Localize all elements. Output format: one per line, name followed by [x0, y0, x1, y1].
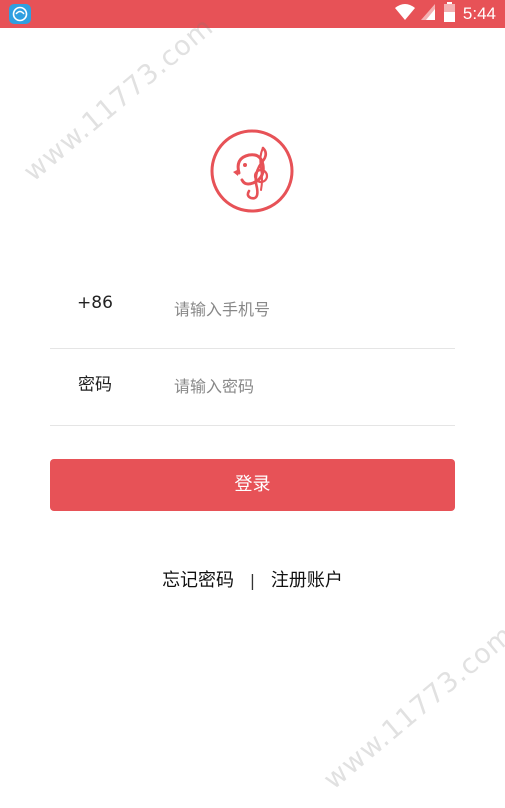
music-bird-logo-icon: [210, 129, 294, 213]
account-links: 忘记密码 | 注册账户: [0, 566, 505, 592]
battery-icon: [443, 2, 455, 26]
password-row: 密码: [50, 348, 455, 426]
forgot-password-link[interactable]: 忘记密码: [162, 566, 234, 592]
status-icons: 5:44: [394, 0, 505, 28]
status-bar: 5:44: [0, 0, 505, 28]
watermark-text: www.11773.com: [17, 11, 220, 188]
app-notification-icon: [9, 4, 31, 24]
phone-input[interactable]: [174, 295, 434, 323]
password-input[interactable]: [174, 372, 434, 400]
link-separator: |: [249, 571, 256, 590]
wifi-icon: [394, 3, 416, 25]
status-time: 5:44: [462, 4, 496, 23]
login-button[interactable]: 登录: [50, 459, 455, 511]
password-label: 密码: [78, 375, 112, 395]
signal-icon: [420, 3, 436, 25]
app-logo: [209, 128, 295, 214]
watermark-text: www.11773.com: [317, 619, 505, 796]
register-link[interactable]: 注册账户: [271, 566, 343, 592]
country-code-label[interactable]: +86: [72, 293, 118, 313]
phone-row: +86: [50, 271, 455, 349]
